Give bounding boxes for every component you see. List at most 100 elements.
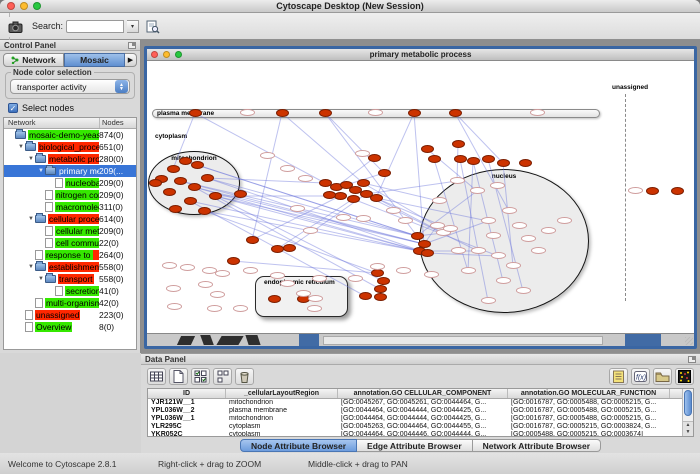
tree-row[interactable]: nitrogen compo209(0) (4, 189, 136, 201)
tab-node-attribute-browser[interactable]: Node Attribute Browser (240, 439, 357, 452)
gene-node[interactable] (348, 275, 363, 282)
tree-row[interactable]: secretion41(0) (4, 285, 136, 297)
table-cell[interactable]: YJR121W__1 (148, 399, 226, 407)
expand-triangle-icon[interactable]: ▼ (27, 264, 35, 270)
selected-gene-node[interactable] (467, 157, 480, 165)
gene-node[interactable] (198, 281, 213, 288)
selected-gene-node[interactable] (408, 109, 421, 117)
graph-edge[interactable] (366, 181, 457, 194)
tree-header[interactable]: Network Nodes (4, 118, 136, 129)
graph-edge[interactable] (414, 113, 424, 244)
select-nodes-checkbox[interactable]: ✓ (8, 103, 18, 113)
selected-gene-node[interactable] (276, 109, 289, 117)
gene-node[interactable] (531, 247, 546, 254)
gene-node[interactable] (162, 262, 177, 269)
table-column-header[interactable]: annotation.GO CELLULAR_COMPONENT (338, 389, 508, 398)
snapshot-camera-icon[interactable] (4, 17, 26, 37)
graph-edge[interactable] (195, 113, 325, 183)
tree-row[interactable]: cellular metabol209(0) (4, 225, 136, 237)
table-cell[interactable]: [GO:0016787, GO:0005488, GO:0005215, G..… (508, 399, 670, 407)
selected-gene-node[interactable] (234, 190, 247, 198)
selected-gene-node[interactable] (368, 154, 381, 162)
gene-node[interactable] (356, 215, 371, 222)
gene-node[interactable] (471, 247, 486, 254)
gene-node[interactable] (461, 267, 476, 274)
attribute-matrix-icon[interactable] (675, 368, 694, 385)
tree-column-network[interactable]: Network (4, 118, 100, 128)
search-dropdown-button[interactable]: ▾ (127, 20, 139, 33)
table-cell[interactable]: [GO:0045263, GO:0044464, GO:0044455, G..… (338, 423, 508, 431)
gene-node[interactable] (280, 165, 295, 172)
table-cell[interactable]: YKR052C (148, 431, 226, 436)
tree-row[interactable]: ▼transport558(0) (4, 273, 136, 285)
table-cell[interactable]: YLR295C (148, 423, 226, 431)
gene-node[interactable] (443, 225, 458, 232)
selected-gene-node[interactable] (646, 187, 659, 195)
tab-overflow-button[interactable]: ▶ (125, 53, 137, 67)
gene-node[interactable] (210, 291, 225, 298)
selected-gene-node[interactable] (319, 109, 332, 117)
selected-gene-node[interactable] (167, 165, 180, 173)
table-cell[interactable]: [GO:0016787, GO:0005488, GO:0005215, G..… (508, 407, 670, 415)
tree-row[interactable]: ▼metabolic process280(0) (4, 153, 136, 165)
gene-node[interactable] (303, 227, 318, 234)
gene-node[interactable] (180, 264, 195, 271)
gene-node[interactable] (557, 217, 572, 224)
gene-node[interactable] (491, 252, 506, 259)
selected-gene-node[interactable] (671, 187, 684, 195)
selected-gene-node[interactable] (374, 285, 387, 293)
selected-gene-node[interactable] (377, 277, 390, 285)
selected-gene-node[interactable] (359, 292, 372, 300)
table-cell[interactable]: cytoplasm (226, 423, 338, 431)
expand-triangle-icon[interactable]: ▼ (27, 216, 35, 222)
selected-gene-node[interactable] (497, 159, 510, 167)
gene-node[interactable] (280, 280, 295, 287)
annotation-notepad-icon[interactable] (609, 368, 628, 385)
gene-node[interactable] (451, 247, 466, 254)
gene-node[interactable] (481, 217, 496, 224)
gene-node[interactable] (398, 217, 413, 224)
table-cell[interactable]: [GO:0016787, GO:0005488, GO:0005215, G..… (508, 415, 670, 423)
tree-row[interactable]: unassigned223(0) (4, 309, 136, 321)
gene-node[interactable] (368, 109, 383, 116)
table-cell[interactable]: [GO:0044464, GO:0044444, GO:0044425, G..… (338, 407, 508, 415)
gene-node[interactable] (490, 182, 505, 189)
table-cell[interactable]: [GO:0044464, GO:0044444, GO:0044425, G..… (338, 415, 508, 423)
gene-node[interactable] (166, 285, 181, 292)
selected-gene-node[interactable] (370, 194, 383, 202)
gene-node[interactable] (240, 109, 255, 116)
selected-gene-node[interactable] (421, 145, 434, 153)
selected-gene-node[interactable] (371, 269, 384, 277)
tree-row[interactable]: response to stimul264(0) (4, 249, 136, 261)
selected-gene-node[interactable] (169, 205, 182, 213)
selected-gene-node[interactable] (188, 183, 201, 191)
gene-node[interactable] (481, 297, 496, 304)
table-cell[interactable]: mitochondrion (226, 415, 338, 423)
table-column-header[interactable]: _cellularLayoutRegion (226, 389, 338, 398)
tab-mosaic[interactable]: Mosaic (64, 53, 125, 67)
gene-node[interactable] (370, 263, 385, 270)
expand-triangle-icon[interactable]: ▼ (17, 144, 25, 150)
selected-gene-node[interactable] (184, 197, 197, 205)
table-cell[interactable]: [GO:0045267, GO:0045261, GO:0044464, G..… (338, 399, 508, 407)
select-all-attributes-icon[interactable] (191, 368, 210, 385)
selected-gene-node[interactable] (174, 177, 187, 185)
expand-triangle-icon[interactable]: ▼ (37, 168, 45, 174)
table-cell[interactable]: cytoplasm (226, 431, 338, 436)
selected-gene-node[interactable] (283, 244, 296, 252)
tree-column-nodes[interactable]: Nodes (100, 118, 136, 128)
table-cell[interactable]: [GO:0016787, GO:0005215, GO:0003824, G..… (508, 423, 670, 431)
search-input[interactable] (66, 20, 124, 33)
tab-network-attribute-browser[interactable]: Network Attribute Browser (473, 439, 601, 452)
gene-node[interactable] (260, 152, 275, 159)
gene-node[interactable] (486, 232, 501, 239)
float-data-panel-icon[interactable] (688, 356, 696, 363)
create-attribute-icon[interactable] (169, 368, 188, 385)
gene-node[interactable] (530, 109, 545, 116)
network-window-titlebar[interactable]: primary metabolic process (147, 49, 694, 61)
gene-node[interactable] (496, 277, 511, 284)
resize-grip-icon[interactable] (685, 337, 693, 345)
selected-gene-node[interactable] (227, 257, 240, 265)
selected-gene-node[interactable] (357, 179, 370, 187)
gene-node[interactable] (502, 207, 517, 214)
